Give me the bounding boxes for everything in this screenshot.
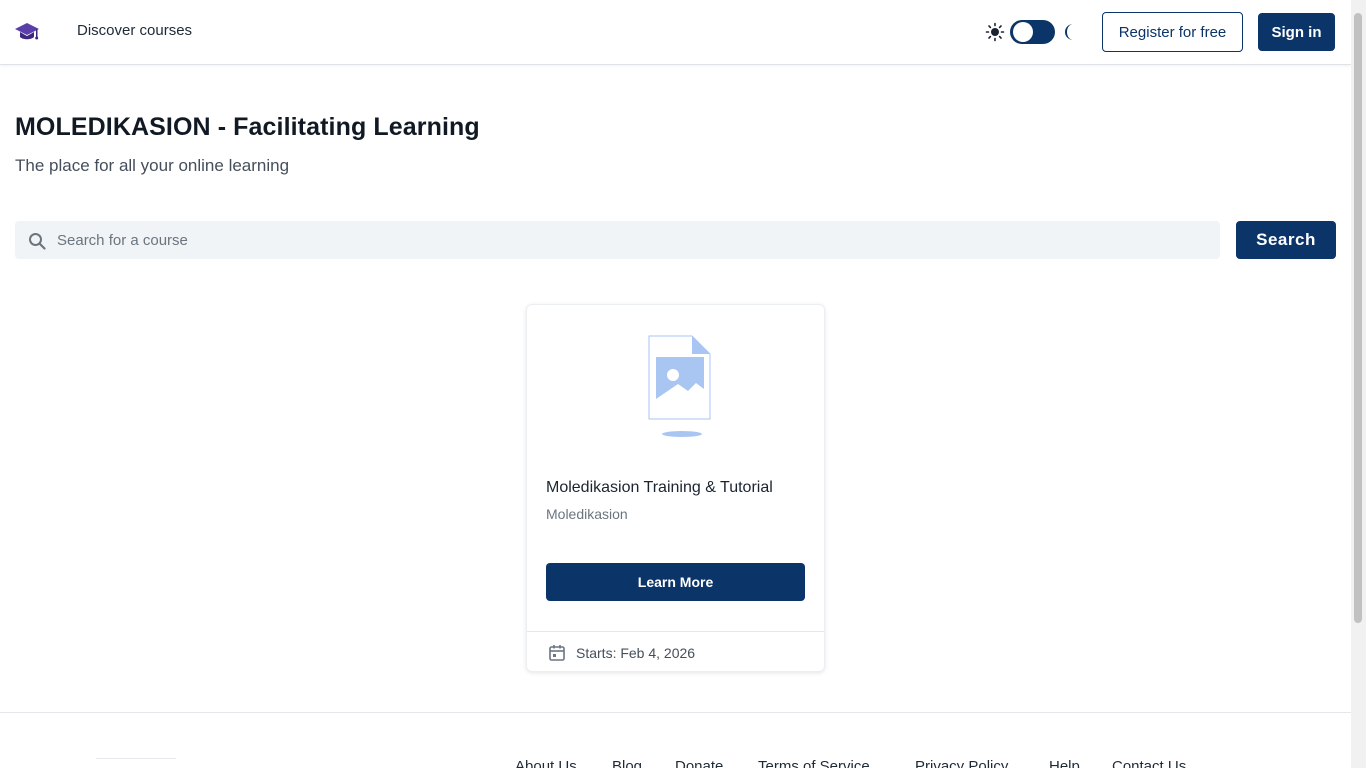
theme-toggle[interactable] xyxy=(985,19,1077,45)
footer-link-terms[interactable]: Terms of Service xyxy=(758,758,870,768)
graduation-cap-icon[interactable] xyxy=(14,20,40,42)
register-button[interactable]: Register for free xyxy=(1102,12,1243,52)
card-divider xyxy=(527,631,824,632)
search-icon xyxy=(29,233,46,250)
learn-more-button[interactable]: Learn More xyxy=(546,563,805,601)
search-box xyxy=(15,221,1220,259)
dark-mode-switch[interactable] xyxy=(1010,20,1055,44)
page-title: MOLEDIKASION - Facilitating Learning xyxy=(15,113,480,141)
nav-discover-courses[interactable]: Discover courses xyxy=(77,22,192,39)
page-scrollbar[interactable] xyxy=(1351,0,1366,768)
course-card[interactable]: Moledikasion Training & Tutorial Moledik… xyxy=(526,304,825,672)
signin-button[interactable]: Sign in xyxy=(1258,13,1335,51)
image-placeholder-icon xyxy=(648,335,711,437)
course-title[interactable]: Moledikasion Training & Tutorial xyxy=(546,479,773,497)
scrollbar-thumb[interactable] xyxy=(1354,13,1362,623)
calendar-icon xyxy=(549,645,565,661)
page-subtitle: The place for all your online learning xyxy=(15,156,290,175)
footer-link-donate[interactable]: Donate xyxy=(675,758,723,768)
course-start-date: Starts: Feb 4, 2026 xyxy=(576,645,696,661)
course-org: Moledikasion xyxy=(546,506,628,522)
footer-link-contact[interactable]: Contact Us xyxy=(1112,758,1186,768)
footer-link-privacy[interactable]: Privacy Policy xyxy=(915,758,1008,768)
moon-icon xyxy=(1065,24,1073,40)
search-button[interactable]: Search xyxy=(1236,221,1336,259)
footer-link-help[interactable]: Help xyxy=(1049,758,1080,768)
footer-link-blog[interactable]: Blog xyxy=(612,758,642,768)
footer-logo[interactable] xyxy=(96,758,176,768)
footer-link-about[interactable]: About Us xyxy=(515,758,577,768)
site-header: Discover courses Register for free Sign … xyxy=(0,0,1351,65)
search-input[interactable] xyxy=(57,221,1207,259)
sun-icon xyxy=(985,22,1005,42)
switch-knob xyxy=(1013,22,1033,42)
footer-divider xyxy=(0,712,1351,713)
